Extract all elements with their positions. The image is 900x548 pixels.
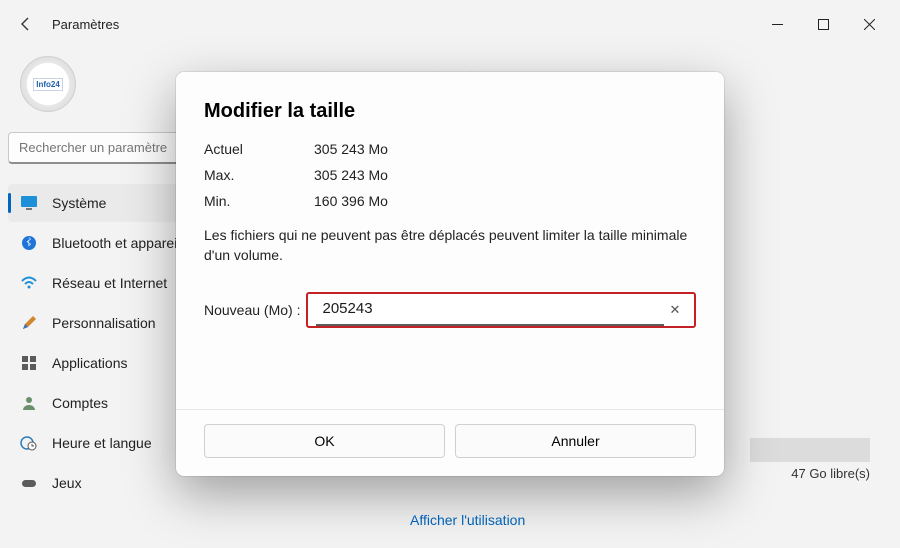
nav-label: Heure et langue: [52, 435, 152, 451]
disk-free-label: 47 Go libre(s): [791, 466, 870, 481]
nav-label: Bluetooth et appareils: [52, 235, 187, 251]
new-size-label: Nouveau (Mo) :: [204, 302, 300, 318]
person-icon: [20, 394, 38, 412]
minimize-button[interactable]: [754, 8, 800, 40]
nav-label: Réseau et Internet: [52, 275, 167, 291]
disk-usage-bar: [750, 438, 870, 462]
dialog-title: Modifier la taille: [204, 100, 696, 123]
wifi-icon: [20, 274, 38, 292]
window-controls: [754, 8, 892, 40]
current-value: 305 243 Mo: [314, 141, 388, 157]
dialog-button-row: OK Annuler: [204, 424, 696, 458]
clear-input-icon[interactable]: ✕: [664, 302, 686, 318]
close-button[interactable]: [846, 8, 892, 40]
nav-label: Applications: [52, 355, 128, 371]
nav-label: Système: [52, 195, 106, 211]
new-size-input-wrapper[interactable]: ✕: [306, 292, 696, 328]
row-min: Min. 160 396 Mo: [204, 193, 696, 209]
apps-icon: [20, 354, 38, 372]
monitor-icon: [20, 194, 38, 212]
nav-label: Comptes: [52, 395, 108, 411]
max-value: 305 243 Mo: [314, 167, 388, 183]
nav-label: Personnalisation: [52, 315, 156, 331]
resize-dialog: Modifier la taille Actuel 305 243 Mo Max…: [176, 72, 724, 476]
titlebar: Paramètres: [0, 0, 900, 48]
dialog-note: Les fichiers qui ne peuvent pas être dép…: [204, 225, 696, 266]
paintbrush-icon: [20, 314, 38, 332]
ok-button[interactable]: OK: [204, 424, 445, 458]
new-size-input[interactable]: [322, 300, 658, 317]
min-value: 160 396 Mo: [314, 193, 388, 209]
back-button[interactable]: [8, 6, 44, 42]
row-max: Max. 305 243 Mo: [204, 167, 696, 183]
current-label: Actuel: [204, 141, 314, 157]
bluetooth-icon: [20, 234, 38, 252]
min-label: Min.: [204, 193, 314, 209]
globe-clock-icon: [20, 434, 38, 452]
nav-label: Jeux: [52, 475, 82, 491]
window-title: Paramètres: [52, 17, 119, 32]
user-avatar[interactable]: Info24: [20, 56, 76, 112]
gamepad-icon: [20, 474, 38, 492]
row-current: Actuel 305 243 Mo: [204, 141, 696, 157]
dialog-separator: [176, 409, 724, 410]
show-usage-link[interactable]: Afficher l'utilisation: [410, 512, 525, 528]
maximize-button[interactable]: [800, 8, 846, 40]
cancel-button[interactable]: Annuler: [455, 424, 696, 458]
max-label: Max.: [204, 167, 314, 183]
new-size-row: Nouveau (Mo) : ✕: [204, 292, 696, 328]
